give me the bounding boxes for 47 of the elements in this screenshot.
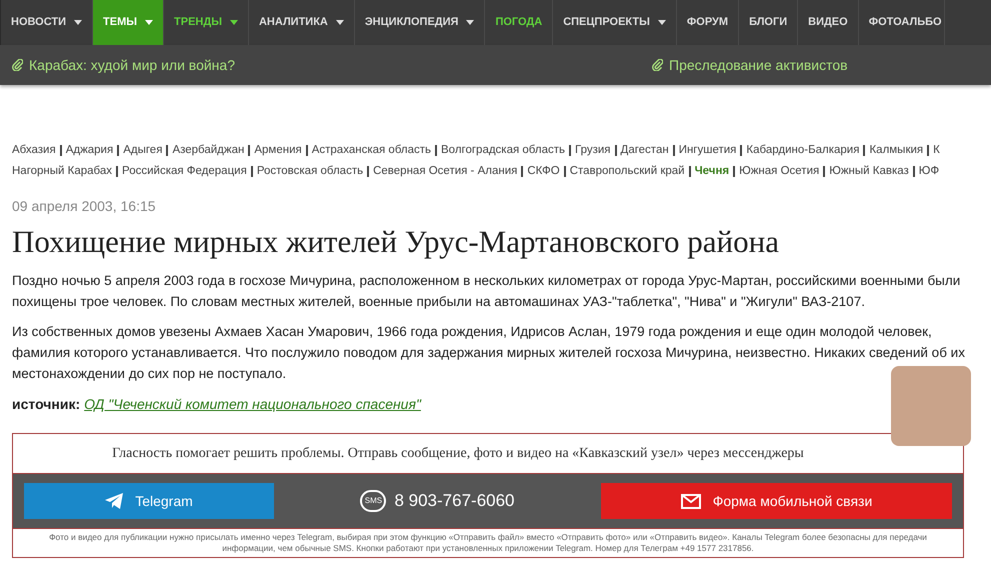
caret-icon — [145, 20, 154, 25]
region-link[interactable]: СКФО — [527, 161, 560, 182]
region-link[interactable]: Кабардино-Балкария — [746, 140, 860, 161]
region-link[interactable]: Северная Осетия - Алания — [373, 161, 518, 182]
caret-icon — [658, 20, 666, 25]
region-link[interactable]: Нагорный Карабах — [12, 161, 112, 182]
sms-badge: SMS — [360, 490, 386, 512]
envelope-icon — [680, 494, 701, 508]
featured-link[interactable]: Карабах: худой мир или война? — [12, 54, 652, 76]
contact-note: Фото и видео для публикации нужно присылать именно через Telegram, выбирая при этом функцию «Отправить файл» вместо «Отправить фото» или «Отправить видео». Каналы Telegram более безопасны для передачи информации, чем обычные SMS. Кнопки работают при установленных приложении Telegram. Номер для Телеграм +49 1577 2317856. — [48, 531, 928, 555]
caret-icon — [466, 20, 474, 25]
region-link[interactable]: Аджария — [66, 140, 114, 161]
region-link[interactable]: Южный Кавказ — [829, 161, 909, 182]
nav-tab[interactable]: ТЕМЫ — [93, 0, 164, 45]
phone-number: 8 903-767-6060 — [394, 490, 515, 512]
featured-link[interactable]: Преследование активистов — [652, 54, 848, 76]
region-link[interactable]: Ингушетия — [678, 140, 736, 161]
paper-plane-icon — [105, 493, 124, 509]
article-title: Похищение мирных жителей Урус-Мартановского района — [12, 223, 780, 261]
paperclip-icon — [652, 59, 663, 71]
region-link[interactable]: Абхазия — [12, 140, 56, 161]
caret-icon — [74, 20, 82, 25]
region-link[interactable]: Волгоградская область — [441, 140, 565, 161]
region-link[interactable]: Чечня — [694, 161, 730, 182]
article-paragraph: Из собственных домов увезены Ахмаев Хасан Умарович, 1966 года рождения, Идрисов Аслан, 1979 года рождения и еще один молодой человек, фамилия которого устанавливается. Что послужило поводом для задержания мирных жителей госхоза Мичурина, неизвестно. Никаких сведений об их местонахождении до сих пор не поступало. — [12, 323, 966, 383]
region-link[interactable]: Российская Федерация — [122, 161, 247, 182]
article-paragraph: Поздно ночью 5 апреля 2003 года в госхозе Мичурина, расположенном в нескольких километрах от города Урус-Мартан, российскими военными были похищены трое человек. По словам местных жителей, военные прибыли на автомашинах УАЗ-"таблетка", "Нива" и "Жигули" ВАЗ-2107. — [12, 272, 962, 311]
source-link[interactable]: ОД "Чеченский комитет национального спасения" — [84, 394, 421, 415]
source-label: источник: — [12, 395, 80, 414]
region-link[interactable]: Калмыкия — [869, 140, 924, 161]
region-link[interactable]: Дагестан — [620, 140, 669, 161]
region-link[interactable]: Южная Осетия — [739, 161, 820, 182]
region-link[interactable]: Армения — [254, 140, 302, 161]
region-link[interactable]: Азербайджан — [172, 140, 244, 161]
caret-icon — [336, 20, 344, 25]
region-link[interactable]: ЮФ — [918, 161, 940, 182]
region-link[interactable]: Астраханская область — [312, 140, 431, 161]
region-link[interactable]: Ростовская область — [256, 161, 364, 182]
mobile-form-button[interactable]: Форма мобильной связи — [600, 483, 952, 519]
region-link[interactable]: Ставропольский край — [570, 161, 685, 182]
region-link[interactable]: Адыгея — [123, 140, 162, 161]
region-link[interactable]: Грузия — [575, 140, 611, 161]
caret-icon — [230, 20, 238, 25]
region-link[interactable]: К — [933, 140, 940, 161]
article-date: 09 апреля 2003, 16:15 — [12, 197, 157, 216]
telegram-button[interactable]: Telegram — [24, 483, 274, 519]
paperclip-icon — [12, 59, 23, 71]
